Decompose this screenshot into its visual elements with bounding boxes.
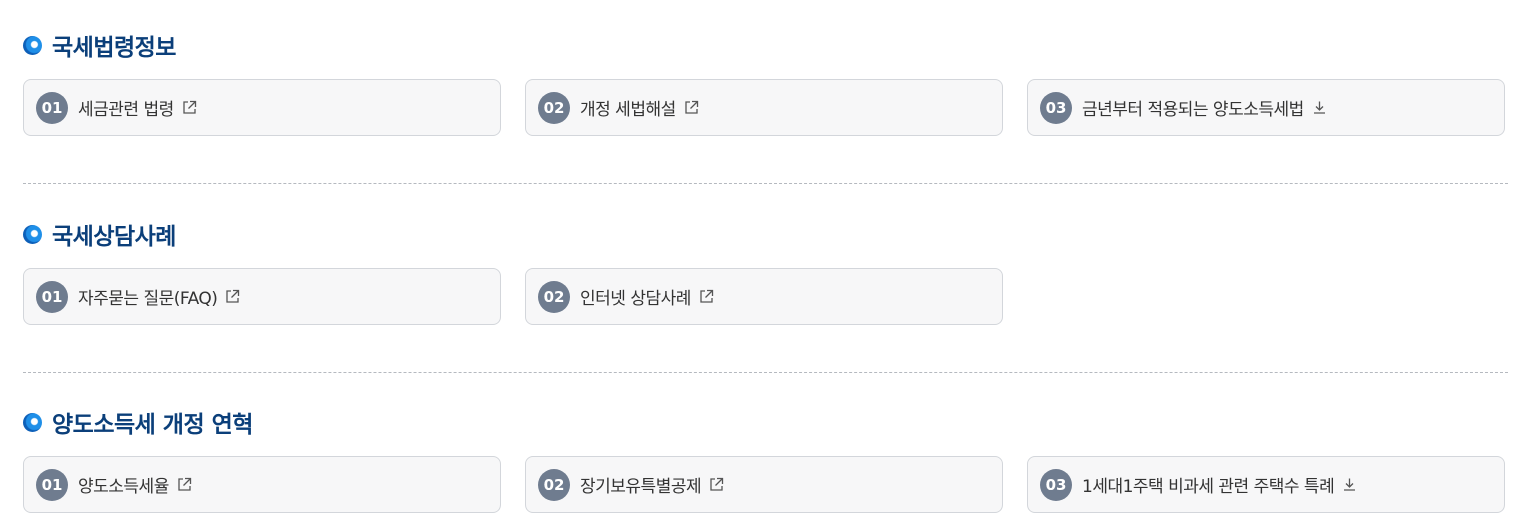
link-label: 장기보유특별공제 [580,477,702,497]
number-badge: 01 [36,280,68,313]
link-label: 양도소득세율 [78,477,169,497]
number-badge: 01 [36,468,68,501]
link-card-faq[interactable]: 01 자주묻는 질문(FAQ) [23,268,501,325]
link-label: 1세대1주택 비과세 관련 주택수 특례 [1082,477,1335,497]
link-card-one-household-exemption[interactable]: 03 1세대1주택 비과세 관련 주택수 특례 [1027,456,1505,513]
link-card-list: 01 자주묻는 질문(FAQ) 02 인터넷 상담사례 [23,268,1508,328]
bullet-icon [23,35,42,55]
external-link-icon [699,289,714,304]
number-badge: 03 [1040,91,1072,124]
bullet-icon [23,412,42,432]
section-title-row: 양도소득세 개정 연혁 [23,405,1508,439]
link-label: 세금관련 법령 [78,100,174,120]
external-link-icon [684,100,699,115]
link-card-internet-consultation[interactable]: 02 인터넷 상담사례 [525,268,1003,325]
link-card-list: 01 양도소득세율 02 장기보유특별공제 03 1세대1주택 비과세 관련 주… [23,456,1508,516]
link-card-current-capital-gains-law[interactable]: 03 금년부터 적용되는 양도소득세법 [1027,79,1505,136]
external-link-icon [182,100,197,115]
link-card-revised-tax-law[interactable]: 02 개정 세법해설 [525,79,1003,136]
link-card-list: 01 세금관련 법령 02 개정 세법해설 03 금년부터 적용되는 양도소득세… [23,79,1508,139]
section-title-row: 국세상담사례 [23,217,1508,251]
link-card-capital-gains-rate[interactable]: 01 양도소득세율 [23,456,501,513]
section-title-row: 국세법령정보 [23,28,1508,62]
external-link-icon [225,289,240,304]
number-badge: 01 [36,91,68,124]
section-capital-gains-history: 양도소득세 개정 연혁 01 양도소득세율 02 장기보유특별공제 03 1세대… [23,405,1508,516]
download-icon [1342,477,1357,492]
number-badge: 02 [538,91,570,124]
link-label: 개정 세법해설 [580,100,676,120]
section-divider [23,183,1508,184]
bullet-icon [23,224,42,244]
section-title: 양도소득세 개정 연혁 [52,412,253,438]
external-link-icon [177,477,192,492]
section-tax-law-info: 국세법령정보 01 세금관련 법령 02 개정 세법해설 03 금년부터 적용되… [23,28,1508,139]
link-card-tax-laws[interactable]: 01 세금관련 법령 [23,79,501,136]
section-title: 국세법령정보 [52,35,176,61]
download-icon [1312,100,1327,115]
link-label: 자주묻는 질문(FAQ) [78,289,218,309]
number-badge: 02 [538,468,570,501]
number-badge: 03 [1040,468,1072,501]
number-badge: 02 [538,280,570,313]
link-label: 금년부터 적용되는 양도소득세법 [1082,100,1304,120]
section-divider [23,372,1508,373]
link-label: 인터넷 상담사례 [580,289,691,309]
section-tax-consultation: 국세상담사례 01 자주묻는 질문(FAQ) 02 인터넷 상담사례 [23,217,1508,328]
section-title: 국세상담사례 [52,224,176,250]
external-link-icon [709,477,724,492]
link-card-long-term-deduction[interactable]: 02 장기보유특별공제 [525,456,1003,513]
